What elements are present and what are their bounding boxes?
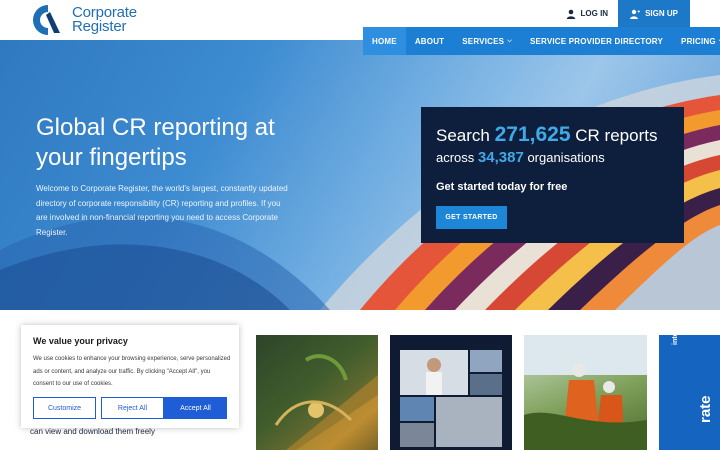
get-started-button[interactable]: GET STARTED	[436, 206, 507, 229]
nav-item-label: HOME	[372, 36, 397, 46]
customize-button[interactable]: Customize	[33, 397, 96, 419]
reports-count: 271,625	[494, 123, 571, 146]
user-icon	[566, 9, 575, 19]
organisations-count: 34,387	[477, 149, 524, 166]
search-stats-box: Search 271,625 CR reports across 34,387 …	[421, 107, 684, 243]
plant-image	[256, 335, 378, 450]
reject-all-button[interactable]: Reject All	[101, 397, 164, 419]
feature-card-intel[interactable]: intel rate	[659, 335, 720, 450]
cookie-title: We value your privacy	[33, 336, 128, 346]
page: Corporate Register LOG IN SIGN UP HOME A…	[0, 0, 720, 450]
logo-mark-icon	[33, 5, 60, 35]
login-label: LOG IN	[580, 9, 609, 18]
feature-card-workers[interactable]	[524, 335, 647, 450]
field-workers-image	[524, 335, 647, 450]
cookie-consent-banner: We value your privacy We use cookies to …	[21, 325, 239, 428]
nav-item-label: SERVICES	[462, 36, 505, 46]
signup-button[interactable]: SIGN UP	[618, 0, 690, 27]
aviation-collage-image	[400, 350, 502, 447]
hero-banner: Global CR reporting at your fingertips W…	[0, 40, 720, 310]
cookie-description: We use cookies to enhance your browsing …	[33, 356, 231, 387]
feature-card-plants[interactable]	[256, 335, 378, 450]
card-rotated-text: rate	[697, 395, 714, 423]
reports-suffix: CR reports	[575, 126, 658, 145]
logo-line2: Register	[72, 18, 127, 35]
login-link[interactable]: LOG IN	[556, 0, 619, 27]
nav-item-home[interactable]: HOME	[363, 27, 406, 55]
add-user-icon	[630, 9, 641, 19]
nav-item-services[interactable]: SERVICES ⌵	[453, 27, 521, 55]
nav-item-pricing[interactable]: PRICING ⌵	[672, 27, 720, 55]
search-prefix: Search	[436, 126, 490, 145]
hero-title: Global CR reporting at your fingertips	[36, 114, 275, 171]
signup-label: SIGN UP	[645, 9, 678, 18]
nav-item-about[interactable]: ABOUT	[406, 27, 453, 55]
organisations-stat-line: across 34,387 organisations	[436, 149, 605, 166]
nav-item-label: ABOUT	[414, 36, 445, 46]
nav-item-service-provider-directory[interactable]: SERVICE PROVIDER DIRECTORY	[521, 27, 672, 55]
intro-partial-text: can view and download them freely	[30, 427, 155, 436]
auth-links: LOG IN SIGN UP	[556, 0, 690, 27]
get-started-prompt: Get started today for free	[436, 181, 568, 193]
logo-text: Corporate Register	[72, 5, 137, 35]
accept-all-button[interactable]: Accept All	[164, 397, 227, 419]
logo[interactable]: Corporate Register	[30, 3, 137, 37]
nav-item-label: PRICING	[681, 36, 716, 46]
organisations-suffix: organisations	[527, 150, 605, 165]
chevron-down-icon: ⌵	[507, 37, 512, 44]
reports-stat-line: Search 271,625 CR reports	[436, 123, 657, 147]
intel-brand-text: intel	[672, 335, 679, 345]
feature-card-aviation[interactable]	[390, 335, 512, 450]
hero-description: Welcome to Corporate Register, the world…	[36, 184, 288, 237]
main-nav: HOME ABOUT SERVICES ⌵ SERVICE PROVIDER D…	[363, 27, 720, 55]
across-prefix: across	[436, 150, 475, 165]
nav-item-label: SERVICE PROVIDER DIRECTORY	[529, 36, 664, 46]
